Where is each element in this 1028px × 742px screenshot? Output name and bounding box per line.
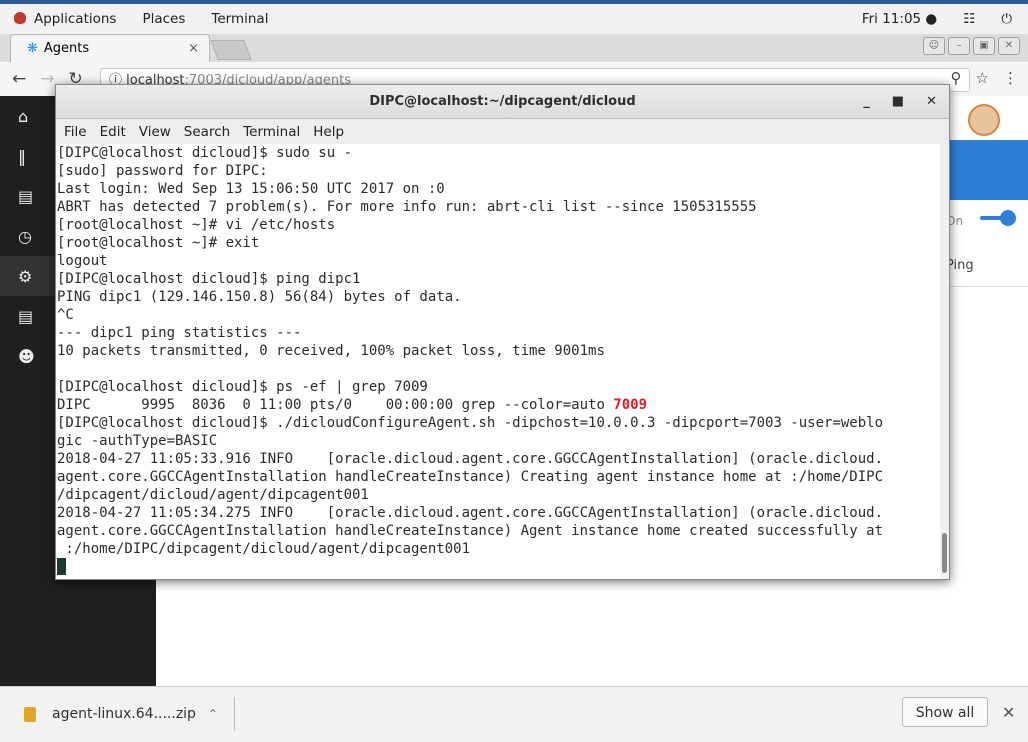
top-panel: Applications Places Terminal Fri 11:05 ●… [0, 0, 1028, 34]
menu-search[interactable]: Search [184, 124, 230, 140]
terminal-titlebar[interactable]: DIPC@localhost:~/dipcagent/dicloud _ ■ ✕ [56, 85, 949, 119]
minimize-icon[interactable]: – [948, 37, 970, 55]
back-icon[interactable]: ← [12, 69, 26, 89]
places-menu[interactable]: Places [142, 11, 185, 27]
scrollbar-thumb[interactable] [942, 533, 947, 573]
terminal-line: Last login: Wed Sep 13 15:06:50 UTC 2017… [57, 181, 445, 197]
terminal-title: DIPC@localhost:~/dipcagent/dicloud [369, 94, 636, 109]
maximize-icon[interactable]: ▣ [973, 37, 995, 55]
terminal-line: [DIPC@localhost dicloud]$ ./dicloudConfi… [57, 415, 884, 431]
download-shelf: agent-linux.64.....zip ⌃ Show all ✕ [0, 686, 1028, 742]
bookmark-star-icon[interactable]: ☆ [976, 69, 989, 87]
terminal-output[interactable]: [DIPC@localhost dicloud]$ sudo su - [sud… [56, 144, 941, 579]
minimize-icon[interactable]: _ [863, 85, 870, 118]
terminal-line: ^C [57, 307, 74, 323]
terminal-line: agent.core.GGCCAgentInstallation handleC… [57, 523, 884, 539]
terminal-line: logout [57, 253, 108, 269]
close-icon[interactable]: ✕ [1002, 703, 1015, 722]
zoom-icon[interactable]: ⚲ [951, 69, 962, 87]
chevron-up-icon[interactable]: ⌃ [208, 707, 218, 721]
terminal-line: [sudo] password for DIPC: [57, 163, 268, 179]
applications-icon [14, 12, 26, 24]
terminal-cursor [57, 558, 66, 575]
terminal-line: [DIPC@localhost dicloud]$ ping dipc1 [57, 271, 361, 287]
menu-view[interactable]: View [139, 124, 171, 140]
zip-file-icon [24, 706, 36, 722]
divider [940, 286, 1028, 287]
grep-output: DIPC 9995 8036 0 11:00 pts/0 00:00:00 gr… [57, 397, 614, 413]
menu-terminal[interactable]: Terminal [243, 124, 300, 140]
terminal-line: [DIPC@localhost dicloud]$ ps -ef | grep … [57, 379, 428, 395]
terminal-line: [root@localhost ~]# vi /etc/hosts [57, 217, 336, 233]
applications-menu[interactable]: Applications [14, 11, 116, 27]
close-window-icon[interactable]: ✕ [998, 37, 1020, 55]
terminal-line: agent.core.GGCCAgentInstallation handleC… [57, 469, 884, 485]
terminal-line: [DIPC@localhost dicloud]$ sudo su - [57, 145, 353, 161]
terminal-line: 2018-04-27 11:05:34.275 INFO [oracle.dic… [57, 505, 884, 521]
divider [234, 697, 235, 731]
terminal-line: 2018-04-27 11:05:33.916 INFO [oracle.dic… [57, 451, 884, 467]
tab-strip: ❋ Agents × ☺ – ▣ ✕ [0, 34, 1028, 62]
tab-agents[interactable]: ❋ Agents × [10, 34, 210, 62]
menu-help[interactable]: Help [313, 124, 344, 140]
ping-label[interactable]: Ping [946, 258, 974, 273]
terminal-menubar: File Edit View Search Terminal Help [56, 119, 949, 145]
close-icon[interactable]: ✕ [926, 85, 937, 118]
terminal-line: gic -authType=BASIC [57, 433, 218, 449]
header-band [950, 140, 1028, 200]
terminal-prompt-line [56, 558, 941, 576]
maximize-icon[interactable]: ■ [892, 85, 904, 118]
terminal-line: /dipcagent/dicloud/agent/dipcagent001 [57, 487, 369, 503]
avatar[interactable] [968, 104, 1000, 136]
menu-icon[interactable]: ⋮ [1003, 69, 1018, 87]
power-icon[interactable]: ⏻ [1001, 11, 1012, 27]
profile-icon[interactable]: ☺ [923, 37, 945, 55]
terminal-line: --- dipc1 ping statistics --- [57, 325, 302, 341]
grep-match: 7009 [613, 397, 648, 413]
terminal-line: 10 packets transmitted, 0 received, 100%… [57, 343, 605, 359]
download-file-name: agent-linux.64.....zip [52, 706, 196, 722]
terminal-line: PING dipc1 (129.146.150.8) 56(84) bytes … [57, 289, 462, 305]
terminal-menu[interactable]: Terminal [211, 11, 268, 27]
network-icon[interactable]: ☷ [963, 11, 975, 27]
terminal-scrollbar[interactable] [940, 144, 949, 579]
terminal-line: DIPC 9995 8036 0 11:00 pts/0 00:00:00 gr… [56, 396, 941, 414]
clock[interactable]: Fri 11:05 ● [862, 11, 937, 27]
favicon-icon: ❋ [27, 41, 38, 56]
new-tab-button[interactable] [210, 40, 252, 60]
menu-file[interactable]: File [64, 124, 87, 140]
terminal-window: DIPC@localhost:~/dipcagent/dicloud _ ■ ✕… [55, 84, 950, 580]
toggle-switch[interactable] [980, 210, 1016, 226]
terminal-line: [root@localhost ~]# exit [57, 235, 260, 251]
tab-close-icon[interactable]: × [188, 41, 199, 56]
show-all-button[interactable]: Show all [902, 697, 988, 727]
forward-icon[interactable]: → [40, 69, 54, 89]
terminal-line: ABRT has detected 7 problem(s). For more… [57, 199, 757, 215]
download-item[interactable]: agent-linux.64.....zip ⌃ [12, 699, 218, 729]
terminal-line: :/home/DIPC/dipcagent/dicloud/agent/dipc… [57, 541, 471, 557]
tab-title: Agents [43, 41, 90, 56]
menu-edit[interactable]: Edit [100, 124, 126, 140]
